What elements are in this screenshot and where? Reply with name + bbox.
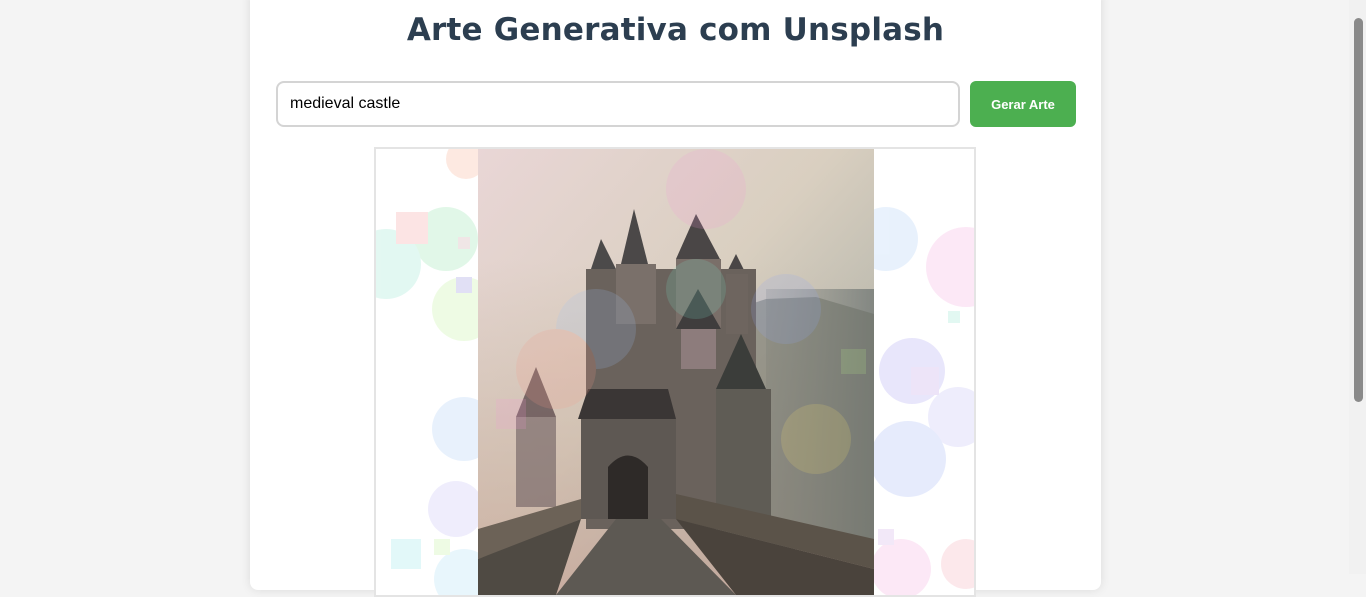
search-input[interactable] bbox=[276, 81, 960, 127]
page-title: Arte Generativa com Unsplash bbox=[406, 12, 945, 48]
generate-art-button[interactable]: Gerar Arte bbox=[970, 81, 1076, 127]
scrollbar-thumb[interactable] bbox=[1354, 18, 1363, 402]
art-canvas bbox=[374, 147, 976, 597]
art-canvas-drawing bbox=[376, 149, 974, 595]
main-card: Arte Generativa com Unsplash Gerar Arte bbox=[250, 0, 1101, 597]
